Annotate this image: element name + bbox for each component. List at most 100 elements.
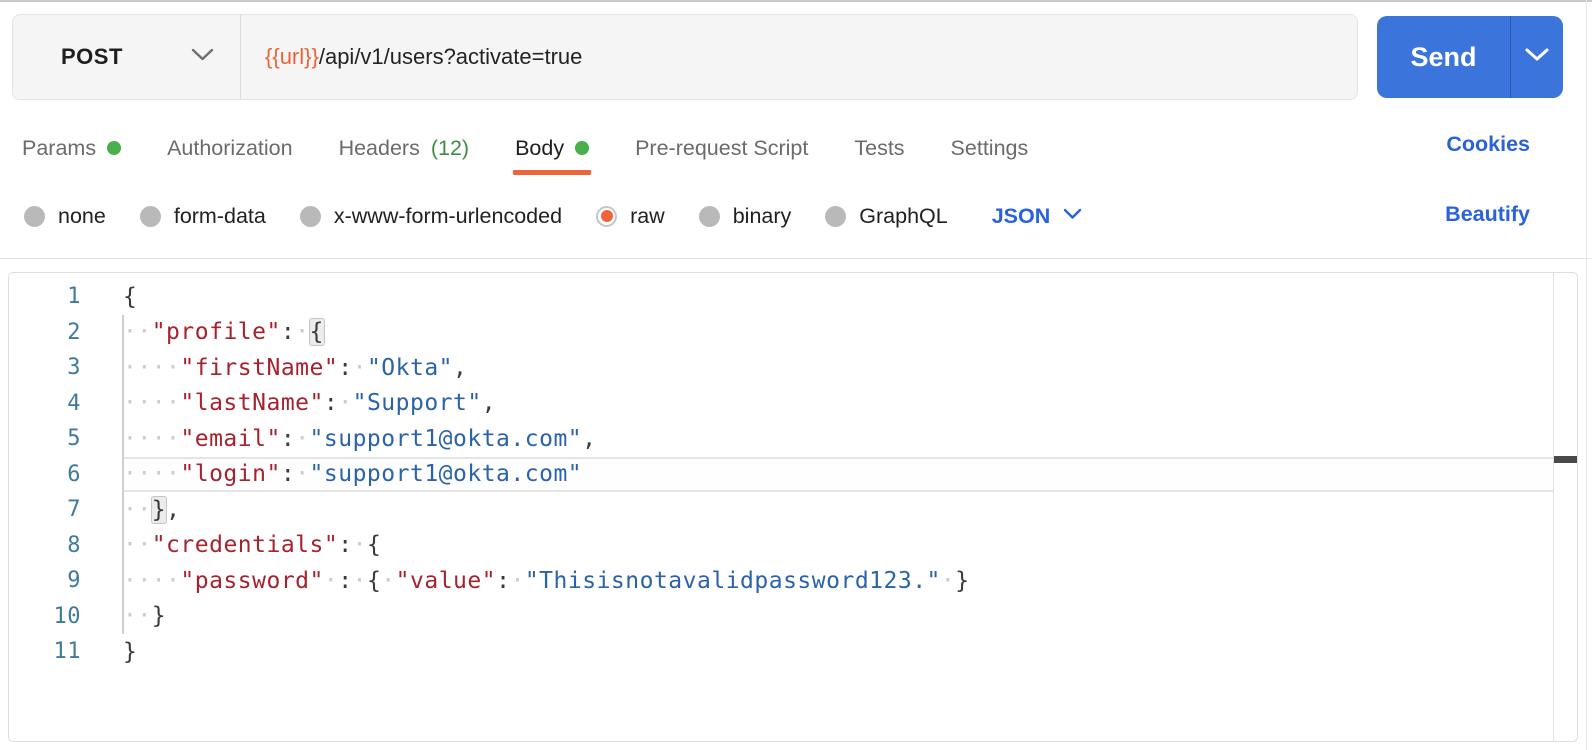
code-line-11[interactable]: 11}	[9, 634, 1577, 670]
code-token: ·	[353, 568, 367, 594]
line-number: 1	[9, 284, 81, 309]
code-line-5[interactable]: 5····"email":·"support1@okta.com",	[9, 421, 1577, 457]
code-token: ·	[295, 426, 309, 452]
code-token: "profile"	[152, 319, 281, 345]
line-number: 8	[9, 533, 81, 558]
radio-selected-dot	[601, 210, 613, 222]
chevron-down-icon	[1524, 47, 1550, 68]
code-token: ··	[123, 497, 152, 523]
body-mode-none[interactable]: none	[24, 204, 106, 229]
radio-icon	[300, 206, 321, 227]
body-mode-label: GraphQL	[859, 204, 947, 229]
radio-icon	[24, 206, 45, 227]
radio-icon	[596, 206, 617, 227]
code-token: {	[123, 284, 137, 310]
tab-params[interactable]: Params	[22, 126, 121, 170]
code-token: {	[367, 532, 381, 558]
code-text: ··}	[123, 599, 1553, 635]
method-dropdown[interactable]: POST	[13, 15, 241, 99]
body-mode-label: x-www-form-urlencoded	[334, 204, 562, 229]
code-token: ··	[123, 319, 152, 345]
status-dot-icon	[107, 141, 121, 155]
code-line-10[interactable]: 10 ··}	[9, 599, 1577, 635]
beautify-link[interactable]: Beautify	[1445, 202, 1530, 227]
code-text: ··},	[123, 492, 1553, 528]
code-token: }	[955, 568, 969, 594]
tab-body[interactable]: Body	[515, 126, 589, 170]
code-token: ,	[453, 355, 467, 381]
url-input[interactable]: {{url}}/api/v1/users?activate=true	[241, 15, 1357, 99]
tab-label: Body	[515, 136, 564, 161]
language-dropdown[interactable]: JSON	[992, 204, 1083, 229]
status-dot-icon	[575, 141, 589, 155]
top-divider	[0, 0, 1592, 2]
code-token: ·	[510, 568, 524, 594]
code-token: "support1@okta.com"	[310, 426, 583, 452]
cookies-link[interactable]: Cookies	[1446, 132, 1530, 157]
code-token: :	[496, 568, 510, 594]
tab-headers[interactable]: Headers(12)	[339, 126, 470, 170]
overview-ruler	[1553, 273, 1554, 741]
right-edge-divider	[1586, 0, 1587, 750]
code-text: {	[123, 279, 1553, 315]
code-line-3[interactable]: 3 ····"firstName":·"Okta",	[9, 350, 1577, 386]
tab-label: Params	[22, 136, 96, 161]
code-token: ,	[166, 497, 180, 523]
code-lines: 1{2··"profile":·{3····"firstName":·"Okta…	[9, 279, 1577, 670]
tab-authorization[interactable]: Authorization	[167, 126, 293, 170]
tab-tests[interactable]: Tests	[854, 126, 904, 170]
send-split-button: Send	[1377, 16, 1563, 98]
code-line-9[interactable]: 9····"password"·:·{·"value":·"Thisisnota…	[9, 563, 1577, 599]
body-mode-binary[interactable]: binary	[699, 204, 792, 229]
body-mode-label: form-data	[174, 204, 266, 229]
code-line-2[interactable]: 2··"profile":·{	[9, 315, 1577, 351]
send-options-button[interactable]	[1511, 16, 1563, 98]
tab-pre-request-script[interactable]: Pre-request Script	[635, 126, 808, 170]
line-number: 10	[9, 604, 81, 629]
chevron-down-icon	[191, 48, 214, 67]
code-line-6[interactable]: 6····"login":·"support1@okta.com"	[9, 457, 1577, 493]
tab-label: Authorization	[167, 136, 293, 161]
body-mode-label: binary	[733, 204, 792, 229]
code-line-8[interactable]: 8··"credentials":·{	[9, 528, 1577, 564]
code-token: ·	[338, 390, 352, 416]
body-mode-raw[interactable]: raw	[596, 204, 665, 229]
code-token: ,	[582, 426, 596, 452]
line-number: 7	[9, 497, 81, 522]
code-token: :	[281, 319, 295, 345]
code-line-7[interactable]: 7 ··},	[9, 492, 1577, 528]
tab-count: (12)	[431, 136, 469, 161]
body-mode-form-data[interactable]: form-data	[140, 204, 266, 229]
tab-label: Pre-request Script	[635, 136, 808, 161]
code-text: ····"email":·"support1@okta.com",	[123, 421, 1553, 457]
body-mode-label: raw	[630, 204, 665, 229]
send-button[interactable]: Send	[1377, 16, 1510, 98]
tab-settings[interactable]: Settings	[951, 126, 1029, 170]
line-number: 6	[9, 462, 81, 487]
tab-label: Settings	[951, 136, 1029, 161]
chevron-down-icon	[1063, 207, 1082, 225]
code-token: "Support"	[353, 390, 482, 416]
radio-icon	[699, 206, 720, 227]
code-text: }	[123, 634, 1553, 670]
code-token: "Thisisnotavalidpassword123."	[525, 568, 941, 594]
code-token: ·	[941, 568, 955, 594]
body-mode-x-www-form-urlencoded[interactable]: x-www-form-urlencoded	[300, 204, 562, 229]
code-token: ·	[295, 319, 309, 345]
line-number: 3	[9, 355, 81, 380]
postman-request-panel: POST {{url}}/api/v1/users?activate=true …	[0, 0, 1592, 750]
body-code-editor[interactable]: 1{2··"profile":·{3····"firstName":·"Okta…	[8, 272, 1578, 742]
code-token: "firstName"	[180, 355, 338, 381]
code-line-4[interactable]: 4····"lastName":·"Support",	[9, 386, 1577, 422]
code-token: ····	[123, 426, 180, 452]
url-env-variable: {{url}}	[265, 44, 319, 70]
code-token: "value"	[396, 568, 496, 594]
code-line-1[interactable]: 1{	[9, 279, 1577, 315]
body-mode-graphql[interactable]: GraphQL	[825, 204, 947, 229]
method-label: POST	[61, 44, 123, 70]
code-text: ····"lastName":·"Support",	[123, 386, 1553, 422]
code-text: ····"firstName":·"Okta",	[123, 350, 1553, 386]
line-number: 2	[9, 320, 81, 345]
code-token: }	[152, 497, 166, 523]
request-tabs: Params Authorization Headers(12) Body Pre-re…	[22, 126, 1028, 170]
